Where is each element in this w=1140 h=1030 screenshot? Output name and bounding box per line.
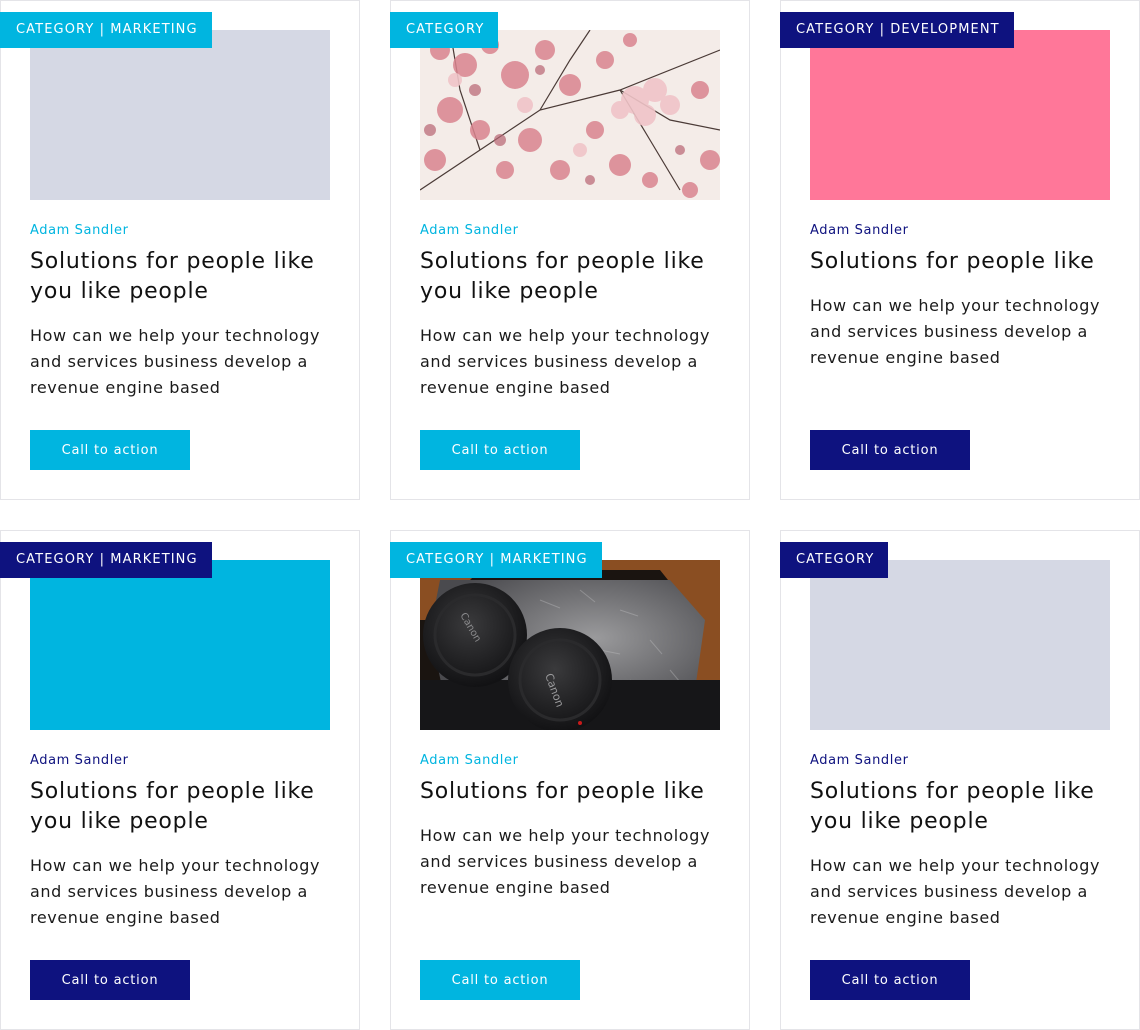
cherry-blossom-image: [420, 30, 720, 200]
author-name[interactable]: Adam Sandler: [420, 222, 519, 240]
card-2: CATEGORY Adam Sandler Solutions for peop…: [390, 0, 750, 500]
card-title[interactable]: Solutions for people like you like peopl…: [30, 247, 335, 307]
card-3: CATEGORY | DEVELOPMENT Adam Sandler Solu…: [780, 0, 1140, 500]
author-name[interactable]: Adam Sandler: [30, 752, 129, 770]
card-image-placeholder: [810, 560, 1110, 730]
card-description: How can we help your technology and serv…: [810, 856, 1101, 927]
card-image-placeholder: [30, 560, 330, 730]
card-description: How can we help your technology and serv…: [420, 326, 711, 397]
card-description: How can we help your technology and serv…: [420, 826, 711, 897]
card-5: Canon Canon CATEGORY | MARKETING Adam Sa…: [390, 530, 750, 1030]
card-description: How can we help your technology and serv…: [810, 296, 1101, 367]
category-badge[interactable]: CATEGORY | MARKETING: [390, 542, 602, 578]
card-description: How can we help your technology and serv…: [30, 326, 321, 397]
category-badge[interactable]: CATEGORY: [390, 12, 499, 48]
card-title[interactable]: Solutions for people like you like peopl…: [420, 247, 725, 307]
author-name[interactable]: Adam Sandler: [420, 752, 519, 770]
card-1: CATEGORY | MARKETING Adam Sandler Soluti…: [0, 0, 360, 500]
card-image-placeholder: [810, 30, 1110, 200]
call-to-action-button[interactable]: Call to action: [420, 430, 580, 470]
call-to-action-button[interactable]: Call to action: [810, 960, 970, 1000]
call-to-action-button[interactable]: Call to action: [30, 430, 190, 470]
author-name[interactable]: Adam Sandler: [810, 222, 909, 240]
card-title[interactable]: Solutions for people like you like peopl…: [810, 777, 1115, 837]
card-title[interactable]: Solutions for people like: [810, 247, 1115, 277]
card-image-placeholder: [30, 30, 330, 200]
card-description: How can we help your technology and serv…: [30, 856, 321, 927]
call-to-action-button[interactable]: Call to action: [30, 960, 190, 1000]
call-to-action-button[interactable]: Call to action: [420, 960, 580, 1000]
category-badge[interactable]: CATEGORY | DEVELOPMENT: [780, 12, 1014, 48]
author-name[interactable]: Adam Sandler: [810, 752, 909, 770]
card-4: CATEGORY | MARKETING Adam Sandler Soluti…: [0, 530, 360, 1030]
author-name[interactable]: Adam Sandler: [30, 222, 129, 240]
card-title[interactable]: Solutions for people like you like peopl…: [30, 777, 335, 837]
category-badge[interactable]: CATEGORY: [780, 542, 889, 578]
category-badge[interactable]: CATEGORY | MARKETING: [0, 12, 212, 48]
card-6: CATEGORY Adam Sandler Solutions for peop…: [780, 530, 1140, 1030]
card-title[interactable]: Solutions for people like: [420, 777, 725, 807]
category-badge[interactable]: CATEGORY | MARKETING: [0, 542, 212, 578]
camera-lens-image: Canon Canon: [420, 560, 720, 730]
call-to-action-button[interactable]: Call to action: [810, 430, 970, 470]
